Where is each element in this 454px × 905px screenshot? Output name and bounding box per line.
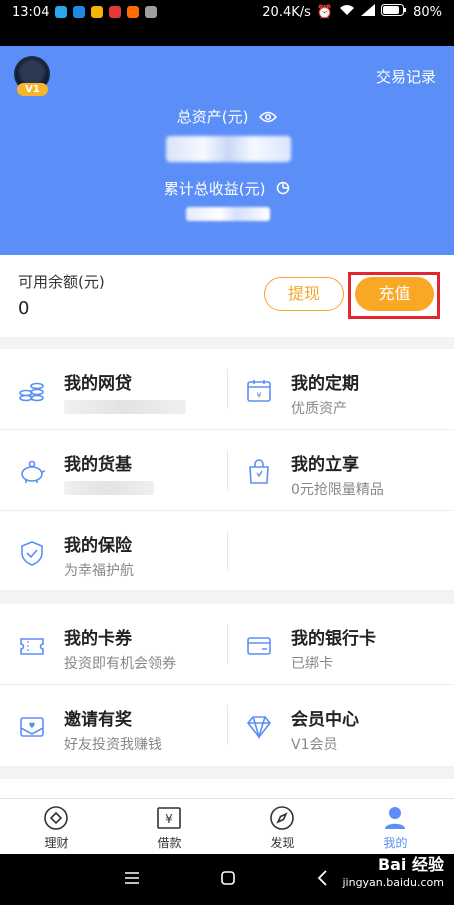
bank-card-icon [245, 633, 273, 659]
svg-text:¥: ¥ [256, 391, 261, 400]
piggy-bank-icon [18, 459, 46, 485]
back-icon[interactable] [316, 870, 328, 890]
shopping-bag-icon [245, 459, 273, 485]
withdraw-button[interactable]: 提现 [264, 277, 344, 311]
tab-label: 借款 [157, 836, 182, 850]
menu-subtitle: 已绑卡 [291, 656, 333, 672]
tab-label: 理财 [44, 836, 69, 850]
menu-subtitle: 好友投资我赚钱 [64, 737, 162, 753]
menu-item-member-center[interactable]: 会员中心 V1会员 [227, 685, 454, 765]
menu-title: 我的立享 [291, 455, 359, 475]
menu-subtitle: 投资即有机会领券 [64, 656, 176, 672]
vip-badge: V1 [17, 83, 48, 96]
assets-header: V1 交易记录 总资产(元) 累计总收益(元) [0, 46, 454, 255]
menu-title: 我的保险 [64, 536, 132, 556]
tab-faxian[interactable]: 发现 [226, 799, 339, 855]
app-notification-icon [127, 6, 140, 18]
menu-title: 我的定期 [291, 374, 359, 394]
menu-item-dingqi[interactable]: ¥ 我的定期 优质资产 [227, 349, 454, 429]
shield-icon [18, 540, 46, 566]
app-notification-icon [55, 6, 68, 18]
menu-icon[interactable] [124, 870, 140, 889]
total-assets-value-blurred [166, 136, 291, 162]
pie-chart-icon[interactable] [276, 181, 290, 199]
system-nav-bar: Bai 经验 jingyan.baidu.com [0, 854, 454, 905]
status-bar-spacer [0, 24, 454, 46]
app-notification-icon [109, 6, 122, 18]
status-time: 13:04 [12, 4, 50, 20]
menu-subtitle: 0元抢限量精品 [291, 482, 384, 498]
menu-item-kaquan[interactable]: 我的卡券 投资即有机会领券 [0, 604, 227, 684]
menu-title: 我的卡券 [64, 629, 132, 649]
baidu-jingyan-watermark: Bai 经验 jingyan.baidu.com [342, 856, 444, 892]
huoji-value-blurred [64, 481, 154, 495]
tab-licai[interactable]: 理财 [0, 799, 113, 855]
cumulative-income-row: 累计总收益(元) [0, 178, 454, 199]
available-balance-value: 0 [18, 298, 30, 319]
watermark-logo: Bai 经验 [377, 855, 444, 874]
menu-item-wangdai[interactable]: 我的网贷 [0, 349, 227, 429]
eye-icon[interactable] [259, 109, 278, 127]
menu-title: 我的银行卡 [291, 629, 376, 649]
menu-subtitle: 优质资产 [291, 401, 347, 417]
battery-level: 80% [413, 4, 442, 20]
svg-text:¥: ¥ [165, 812, 173, 826]
coins-icon [18, 378, 46, 404]
menu-subtitle: V1会员 [291, 737, 338, 753]
target-icon [43, 805, 69, 831]
total-assets-row: 总资产(元) [0, 106, 454, 127]
watermark-url: jingyan.baidu.com [342, 876, 444, 889]
wifi-icon [339, 4, 355, 20]
menu-item-lixiang[interactable]: 我的立享 0元抢限量精品 [227, 430, 454, 510]
tab-wode[interactable]: 我的 [339, 799, 452, 855]
app-notification-icon [91, 6, 104, 18]
menu-title: 我的网贷 [64, 374, 132, 394]
menu-item-bank-card[interactable]: 我的银行卡 已绑卡 [227, 604, 454, 684]
cumulative-income-label: 累计总收益(元) [163, 180, 266, 198]
bottom-tab-bar: 理财 ¥ 借款 发现 我的 [0, 798, 454, 854]
cumulative-income-value-blurred [186, 207, 270, 221]
tab-jiekuan[interactable]: ¥ 借款 [113, 799, 226, 855]
divider [227, 531, 228, 571]
app-notification-icon [145, 6, 158, 18]
diamond-icon [245, 714, 273, 740]
yen-note-icon: ¥ [156, 805, 182, 831]
person-icon [382, 805, 408, 831]
signal-icon [361, 4, 376, 20]
menu-subtitle: 为幸福护航 [64, 563, 134, 579]
service-menu-group: 我的卡券 投资即有机会领券 我的银行卡 已绑卡 邀请有奖 好友投资我赚钱 会员中… [0, 604, 454, 766]
menu-title: 邀请有奖 [64, 710, 132, 730]
total-assets-label: 总资产(元) [176, 108, 249, 126]
balance-card: 可用余额(元) 0 提现 充值 [0, 255, 454, 337]
alarm-icon: ⏰ [316, 4, 334, 20]
calendar-yen-icon: ¥ [245, 378, 273, 404]
menu-item-invite[interactable]: 邀请有奖 好友投资我赚钱 [0, 685, 227, 765]
wangdai-value-blurred [64, 400, 186, 414]
home-icon[interactable] [220, 870, 236, 890]
more-menu-group [0, 779, 454, 798]
envelope-heart-icon [18, 714, 46, 740]
battery-icon [381, 4, 407, 20]
menu-item-baoxian[interactable]: 我的保险 为幸福护航 [0, 511, 227, 591]
menu-item-huoji[interactable]: 我的货基 [0, 430, 227, 510]
status-bar: 13:04 20.4K/s ⏰ 80% [0, 0, 454, 24]
recharge-highlight-box [348, 272, 440, 319]
network-speed: 20.4K/s [262, 4, 311, 20]
menu-title: 会员中心 [291, 710, 359, 730]
available-balance-label: 可用余额(元) [18, 273, 105, 291]
asset-menu-group: 我的网贷 ¥ 我的定期 优质资产 我的货基 我的立享 0元抢限量精品 我的保险 … [0, 349, 454, 590]
menu-title: 我的货基 [64, 455, 132, 475]
app-notification-icon [73, 6, 86, 18]
compass-icon [269, 805, 295, 831]
ticket-icon [18, 633, 46, 659]
tab-label: 我的 [383, 836, 408, 850]
tab-label: 发现 [270, 836, 295, 850]
trade-record-link[interactable]: 交易记录 [376, 66, 436, 87]
